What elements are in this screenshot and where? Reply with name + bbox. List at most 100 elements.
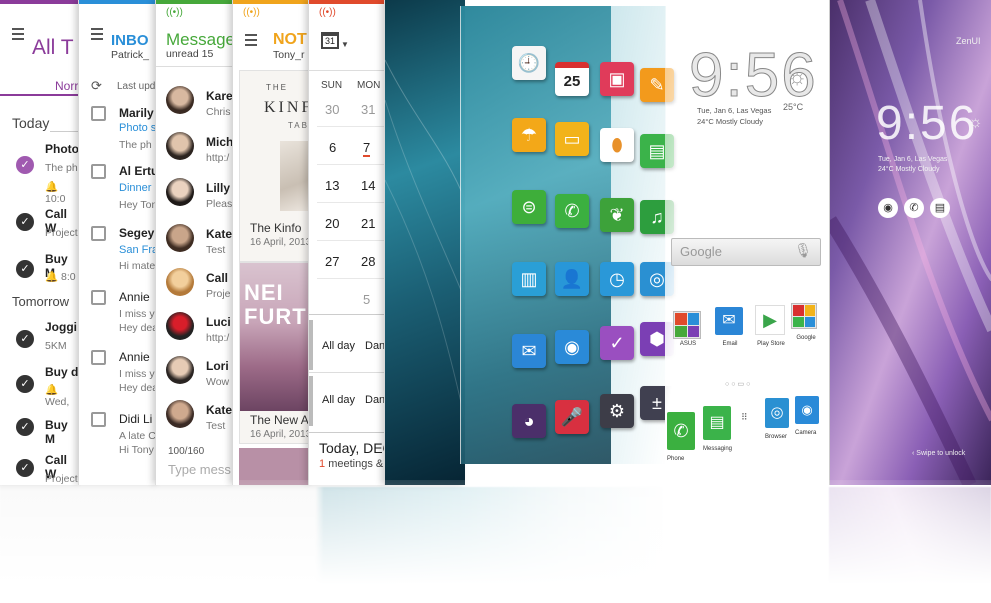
menu-icon[interactable] <box>245 34 257 46</box>
note-card[interactable]: THE KINF TAB The Kinfo 16 April, 2013 <box>239 70 311 262</box>
notes-title: NOT <box>273 31 307 48</box>
all-day-row[interactable]: All day Dan <box>309 320 387 370</box>
all-day-row[interactable]: All day Dan <box>309 376 387 426</box>
section-today: Today <box>12 115 50 131</box>
email-checkbox[interactable] <box>91 350 106 365</box>
avatar <box>166 132 194 160</box>
phone-quick-icon[interactable]: ✆ <box>904 198 924 218</box>
power-saver-icon[interactable]: ❦ <box>600 198 634 232</box>
file-manager-icon[interactable]: ▭ <box>555 122 589 156</box>
check-icon[interactable]: ✓ <box>16 260 34 278</box>
sharelink-app-icon[interactable]: ⊜ <box>512 190 546 224</box>
camera-quick-icon[interactable]: ◉ <box>878 198 898 218</box>
avatar <box>166 224 194 252</box>
phone-app-icon[interactable]: ✆ <box>555 194 589 228</box>
email-shortcut[interactable]: ✉ Email <box>715 307 745 353</box>
play-store-shortcut[interactable]: ▶ Play Store <box>755 305 787 353</box>
dock-camera[interactable]: ◉ Camera <box>795 396 821 436</box>
dock-browser[interactable]: ◎ Browser <box>765 398 791 440</box>
google-search-bar[interactable]: Google 🎙 <box>671 238 821 266</box>
notes-account: Tony_r <box>273 49 305 61</box>
audio-wizard-icon[interactable]: ▥ <box>512 262 546 296</box>
todo-tab[interactable]: Norr <box>0 74 80 96</box>
theme-app-icon[interactable]: ◕ <box>512 404 546 438</box>
lock-date: Tue, Jan 6, Las Vegas <box>878 156 948 163</box>
check-icon[interactable]: ✓ <box>16 330 34 348</box>
settings-app-icon[interactable]: ⚙ <box>600 394 634 428</box>
weather-app-icon[interactable]: ☂ <box>512 118 546 152</box>
folder-asus[interactable]: ASUS <box>673 311 703 353</box>
dock-phone[interactable]: ✆ Phone <box>667 412 699 462</box>
email-checkbox[interactable] <box>91 226 106 241</box>
clock-app-icon[interactable]: 🕘 <box>512 46 546 80</box>
day-header: MON <box>357 80 381 91</box>
email-app-icon[interactable]: ✉ <box>512 334 546 368</box>
inbox-account: Patrick_ <box>111 49 149 61</box>
date-picker-icon[interactable]: 31 <box>321 32 339 49</box>
home-weather: 24°C Mostly Cloudy <box>697 117 763 126</box>
home-wallpaper-panel <box>384 0 465 485</box>
inbox-header: INBO Patrick_ <box>79 0 159 61</box>
menu-icon[interactable] <box>91 28 103 43</box>
calendar-app-icon[interactable]: 25 <box>555 62 589 96</box>
home-date: Tue, Jan 6, Las Vegas <box>697 106 772 115</box>
avatar <box>166 356 194 384</box>
dock-messaging[interactable]: ▤ Messaging <box>703 406 735 452</box>
contacts-app-icon[interactable]: 👤 <box>555 262 589 296</box>
alarm-icon: 🔔 <box>45 384 59 396</box>
message-title: Message <box>166 30 234 49</box>
chevron-down-icon[interactable]: ▼ <box>341 40 349 49</box>
weather-sun-icon: ☼ <box>968 114 983 131</box>
messaging-app-card: ((•)) Message unread 15 Kare Chris Mich … <box>155 0 234 485</box>
avatar <box>166 178 194 206</box>
email-checkbox[interactable] <box>91 412 106 427</box>
check-icon[interactable]: ✓ <box>16 418 34 436</box>
day-header: SUN <box>321 80 343 91</box>
alarm-icon: 🔔 <box>45 181 59 193</box>
home-temperature: 25°C <box>783 102 804 112</box>
message-input[interactable]: Type mess <box>168 462 231 477</box>
avatar <box>166 312 194 340</box>
notes-app-card: ((•)) NOT Tony_r THE KINF TAB The Kinfo … <box>232 0 311 485</box>
check-icon[interactable]: ✓ <box>16 213 34 231</box>
microphone-icon[interactable]: 🎙 <box>794 242 812 259</box>
email-checkbox[interactable] <box>91 290 106 305</box>
lock-clock: 9:56 <box>876 97 978 150</box>
section-tomorrow: Tomorrow <box>12 294 70 309</box>
weather-sun-icon: ☼ <box>787 64 808 89</box>
lock-wallpaper-streaks <box>830 0 991 485</box>
inbox-title: INBO <box>111 32 149 49</box>
refresh-icon[interactable]: ⟳ <box>91 78 102 94</box>
gallery-app-icon[interactable]: ▣ <box>600 62 634 96</box>
avatar <box>166 86 194 114</box>
today-cell[interactable]: 7 <box>363 140 371 157</box>
todo-app-card: All T Norr Today ✓ Photo The ph 🔔 10:0 ✓… <box>0 0 80 485</box>
lock-screen: ZenUI 9:56 ☼ Tue, Jan 6, Las Vegas 24°C … <box>829 0 991 485</box>
clock-widget-icon[interactable]: ◷ <box>600 262 634 296</box>
note-card-partial <box>239 448 311 485</box>
wifi-status-icon: ((•)) <box>319 7 336 18</box>
alarm-icon: 🔔 <box>45 271 59 283</box>
calendar-accent-bar <box>309 0 387 4</box>
wave-decoration <box>385 59 465 421</box>
messaging-quick-icon[interactable]: ▤ <box>930 198 950 218</box>
wifi-status-icon: ((•)) <box>166 7 183 18</box>
camera-app-icon[interactable]: ◉ <box>555 330 589 364</box>
note-photo <box>280 141 311 211</box>
email-checkbox[interactable] <box>91 164 106 179</box>
check-icon[interactable]: ✓ <box>16 459 34 477</box>
email-checkbox[interactable] <box>91 106 106 121</box>
checked-icon[interactable]: ✓ <box>16 156 34 174</box>
folder-google[interactable]: Google <box>791 303 821 351</box>
agenda-footer-summary: 1 meetings & <box>319 458 384 470</box>
check-icon[interactable]: ✓ <box>16 375 34 393</box>
menu-icon[interactable] <box>12 28 24 43</box>
do-it-later-icon[interactable]: ✓ <box>600 326 634 360</box>
app-drawer-button[interactable]: ⠿ <box>741 412 748 423</box>
maps-app-icon[interactable]: ⬮ <box>600 128 634 162</box>
note-card[interactable]: NEI FURT The New A 16 April, 2013 <box>239 262 311 444</box>
avatar <box>166 268 194 296</box>
recorder-app-icon[interactable]: 🎤 <box>555 400 589 434</box>
todo-title: All T <box>32 36 74 59</box>
todo-header: All T <box>0 0 80 60</box>
